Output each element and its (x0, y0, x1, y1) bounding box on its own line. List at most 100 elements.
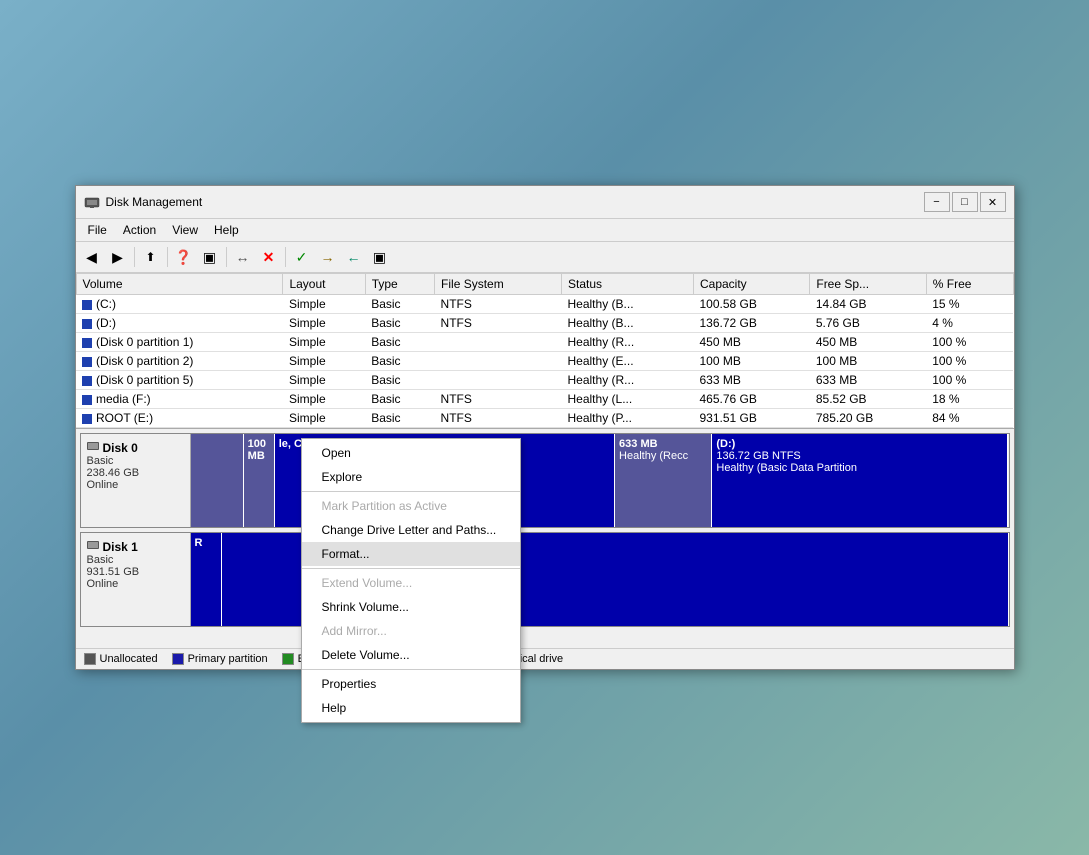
col-free[interactable]: Free Sp... (810, 274, 926, 295)
table-row[interactable]: ROOT (E:)SimpleBasicNTFSHealthy (P...931… (76, 409, 1013, 428)
partition-detail: Healthy (Basic Data Partition (716, 462, 1003, 474)
col-status[interactable]: Status (562, 274, 694, 295)
volume-icon (82, 376, 92, 386)
table-row[interactable]: media (F:)SimpleBasicNTFSHealthy (L...46… (76, 390, 1013, 409)
partition-detail: Healthy (Recc (619, 450, 707, 462)
menu-bar: File Action View Help (76, 219, 1014, 242)
toolbar-sep-4 (285, 247, 286, 267)
disk-size: 238.46 GB (87, 467, 184, 479)
table-row[interactable]: (C:)SimpleBasicNTFSHealthy (B...100.58 G… (76, 295, 1013, 314)
partition-0-1[interactable]: 100 MB (244, 434, 275, 527)
volume-table-wrapper[interactable]: Volume Layout Type File System Status Ca… (76, 273, 1014, 428)
ctx-item-0[interactable]: Open (302, 441, 520, 465)
volume-icon (82, 300, 92, 310)
legend-color-box (172, 653, 184, 665)
disk-size: 931.51 GB (87, 566, 184, 578)
ctx-item-7: Add Mirror... (302, 619, 520, 643)
disk-name: Disk 1 (87, 539, 184, 554)
legend-color-box (282, 653, 294, 665)
menu-action[interactable]: Action (115, 221, 164, 239)
partition-name: R (195, 537, 218, 549)
up-button[interactable]: ⬆ (139, 245, 163, 269)
col-volume[interactable]: Volume (76, 274, 283, 295)
disk-name: Disk 0 (87, 440, 184, 455)
legend-item-0: Unallocated (84, 653, 158, 665)
content-wrapper: Volume Layout Type File System Status Ca… (76, 273, 1014, 669)
disk-status: Online (87, 578, 184, 590)
ctx-item-10[interactable]: Help (302, 696, 520, 720)
partition-0-4[interactable]: (D:)136.72 GB NTFSHealthy (Basic Data Pa… (712, 434, 1008, 527)
window-icon (84, 194, 100, 210)
toolbar: ◀ ▶ ⬆ ❓ ▣ ↔ ✕ ✓ → ← ▣ (76, 242, 1014, 273)
context-menu: OpenExploreMark Partition as ActiveChang… (301, 438, 521, 723)
legend-bar: UnallocatedPrimary partitionExtended par… (76, 648, 1014, 669)
menu-help[interactable]: Help (206, 221, 247, 239)
title-bar: Disk Management − □ ✕ (76, 186, 1014, 219)
window-title: Disk Management (106, 195, 924, 209)
disk-type: Basic (87, 455, 184, 467)
disk-icon (87, 440, 99, 455)
table-row[interactable]: (Disk 0 partition 1)SimpleBasicHealthy (… (76, 333, 1013, 352)
legend-label: Primary partition (188, 653, 268, 665)
disk-management-window: Disk Management − □ ✕ File Action View H… (75, 185, 1015, 670)
disk-icon (87, 539, 99, 554)
col-layout[interactable]: Layout (283, 274, 365, 295)
close-button[interactable]: ✕ (980, 192, 1006, 212)
volume-icon (82, 414, 92, 424)
menu-file[interactable]: File (80, 221, 115, 239)
volume-icon (82, 357, 92, 367)
volume-icon (82, 319, 92, 329)
disk-row-0: Disk 0Basic238.46 GBOnline100 MBle, C633… (80, 433, 1010, 528)
ctx-item-4[interactable]: Format... (302, 542, 520, 566)
window-controls: − □ ✕ (924, 192, 1006, 212)
import-button[interactable]: → (316, 245, 340, 269)
volume-icon (82, 395, 92, 405)
ctx-separator (302, 491, 520, 492)
ctx-item-6[interactable]: Shrink Volume... (302, 595, 520, 619)
legend-item-1: Primary partition (172, 653, 268, 665)
delete-button[interactable]: ✕ (257, 245, 281, 269)
ctx-separator (302, 669, 520, 670)
col-pct[interactable]: % Free (926, 274, 1013, 295)
ctx-item-3[interactable]: Change Drive Letter and Paths... (302, 518, 520, 542)
back-button[interactable]: ◀ (80, 245, 104, 269)
disk-visual-area: Disk 0Basic238.46 GBOnline100 MBle, C633… (76, 428, 1014, 648)
minimize-button[interactable]: − (924, 192, 950, 212)
col-capacity[interactable]: Capacity (693, 274, 809, 295)
maximize-button[interactable]: □ (952, 192, 978, 212)
properties-button[interactable]: ▣ (198, 245, 222, 269)
toolbar-sep-2 (167, 247, 168, 267)
partition-name: 100 MB (248, 438, 270, 462)
legend-label: Unallocated (100, 653, 158, 665)
table-row[interactable]: (Disk 0 partition 2)SimpleBasicHealthy (… (76, 352, 1013, 371)
partition-detail: 136.72 GB NTFS (716, 450, 1003, 462)
disk-status: Online (87, 479, 184, 491)
help-toolbar-button[interactable]: ❓ (172, 245, 196, 269)
table-row[interactable]: (D:)SimpleBasicNTFSHealthy (B...136.72 G… (76, 314, 1013, 333)
ctx-item-9[interactable]: Properties (302, 672, 520, 696)
connect-button[interactable]: ↔ (231, 245, 255, 269)
ctx-item-5: Extend Volume... (302, 571, 520, 595)
wizard-button[interactable]: ✓ (290, 245, 314, 269)
col-type[interactable]: Type (365, 274, 434, 295)
partition-0-3[interactable]: 633 MBHealthy (Recc (615, 434, 712, 527)
screenshot-button[interactable]: ▣ (368, 245, 392, 269)
ctx-item-8[interactable]: Delete Volume... (302, 643, 520, 667)
partition-0-0[interactable] (191, 434, 244, 527)
col-filesystem[interactable]: File System (435, 274, 562, 295)
partition-1-0[interactable]: R (191, 533, 223, 626)
disk-label-0: Disk 0Basic238.46 GBOnline (81, 434, 191, 527)
volume-icon (82, 338, 92, 348)
disk-type: Basic (87, 554, 184, 566)
table-row[interactable]: (Disk 0 partition 5)SimpleBasicHealthy (… (76, 371, 1013, 390)
disk-area-container: Disk 0Basic238.46 GBOnline100 MBle, C633… (76, 428, 1014, 648)
forward-button[interactable]: ▶ (106, 245, 130, 269)
disk-row-1: Disk 1Basic931.51 GBOnline R (80, 532, 1010, 627)
partition-name: (D:) (716, 438, 1003, 450)
menu-view[interactable]: View (164, 221, 206, 239)
toolbar-sep-3 (226, 247, 227, 267)
volume-table: Volume Layout Type File System Status Ca… (76, 273, 1014, 428)
partition-name: 633 MB (619, 438, 707, 450)
export-button[interactable]: ← (342, 245, 366, 269)
ctx-item-1[interactable]: Explore (302, 465, 520, 489)
